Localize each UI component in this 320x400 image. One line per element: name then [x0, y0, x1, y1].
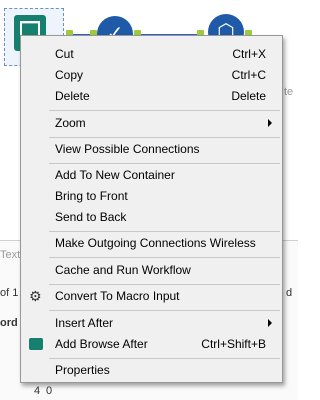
menu-item-label: Insert After	[55, 316, 114, 330]
menu-separator	[49, 358, 280, 359]
menu-item-add-browse-after[interactable]: Add Browse After Ctrl+Shift+B	[23, 334, 280, 354]
menu-item-zoom[interactable]: Zoom	[23, 113, 280, 133]
menu-item-shortcut: Delete	[231, 89, 266, 103]
menu-item-label: Cut	[55, 47, 74, 61]
menu-item-shortcut: Ctrl+Shift+B	[201, 337, 266, 351]
menu-separator	[49, 231, 280, 232]
menu-separator	[49, 137, 280, 138]
row-number: 4	[34, 385, 41, 397]
menu-separator	[49, 110, 280, 111]
gear-icon: ⚙	[29, 288, 42, 304]
menu-item-add-to-new-container[interactable]: Add To New Container	[23, 165, 280, 185]
annotation-text: te	[284, 86, 294, 98]
menu-item-label: Make Outgoing Connections Wireless	[55, 236, 256, 250]
menu-item-label: Delete	[55, 89, 90, 103]
menu-item-label: Cache and Run Workflow	[55, 263, 191, 277]
menu-item-label: Add To New Container	[55, 168, 175, 182]
column-header: ord	[0, 317, 18, 329]
menu-separator	[49, 163, 280, 164]
menu-item-label: Zoom	[55, 116, 86, 130]
tab-label[interactable]: Text	[0, 249, 20, 261]
menu-item-properties[interactable]: Properties	[23, 360, 280, 380]
row-value: 0	[46, 385, 53, 397]
menu-item-shortcut: Ctrl+C	[231, 68, 266, 82]
column-header-right: d	[286, 287, 293, 299]
context-menu: Cut Ctrl+X Copy Ctrl+C Delete Delete Zoo…	[20, 35, 283, 383]
menu-item-view-possible-connections[interactable]: View Possible Connections	[23, 139, 280, 159]
menu-item-insert-after[interactable]: Insert After	[23, 313, 280, 333]
menu-separator	[49, 310, 280, 311]
record-count-text: of 1	[0, 287, 19, 299]
menu-item-bring-to-front[interactable]: Bring to Front	[23, 186, 280, 206]
menu-item-label: Bring to Front	[55, 189, 128, 203]
menu-item-send-to-back[interactable]: Send to Back	[23, 207, 280, 227]
submenu-arrow-icon	[268, 319, 272, 327]
submenu-arrow-icon	[268, 119, 272, 127]
menu-item-label: View Possible Connections	[55, 142, 200, 156]
menu-separator	[49, 284, 280, 285]
menu-item-label: Convert To Macro Input	[55, 289, 180, 303]
menu-separator	[49, 257, 280, 258]
binoculars-icon	[29, 337, 43, 351]
menu-item-make-outgoing-connections-wireless[interactable]: Make Outgoing Connections Wireless	[23, 233, 280, 253]
menu-item-label: Add Browse After	[55, 337, 148, 351]
menu-item-cut[interactable]: Cut Ctrl+X	[23, 44, 280, 64]
menu-item-cache-and-run-workflow[interactable]: Cache and Run Workflow	[23, 260, 280, 280]
menu-item-convert-to-macro-input[interactable]: ⚙ Convert To Macro Input	[23, 286, 280, 306]
menu-item-shortcut: Ctrl+X	[232, 47, 266, 61]
menu-item-label: Copy	[55, 68, 84, 82]
menu-item-label: Properties	[55, 363, 110, 377]
menu-item-copy[interactable]: Copy Ctrl+C	[23, 65, 280, 85]
menu-item-delete[interactable]: Delete Delete	[23, 86, 280, 106]
menu-item-label: Send to Back	[55, 210, 127, 224]
